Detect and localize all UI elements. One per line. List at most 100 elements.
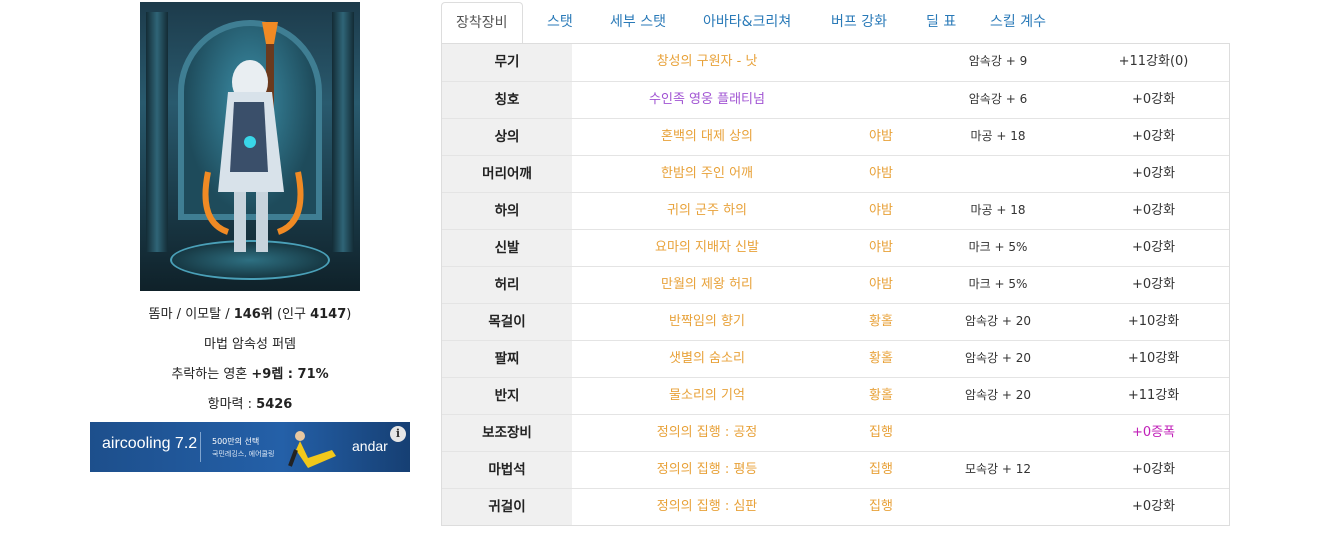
item-stat: 마공 + 18 [970,203,1026,217]
table-row: 팔찌 샛별의 숨소리 황홀 암속강 + 20 +10강화 [442,340,1229,377]
rank-value: 146위 [233,307,273,322]
item-stat: 암속강 + 6 [968,92,1028,106]
enhance-level: +0강화 [1131,166,1176,181]
enhance-level: +0강화 [1131,92,1176,107]
slot-label: 마법석 [442,452,572,488]
item-stat: 암속강 + 20 [964,314,1032,328]
table-row: 반지 물소리의 기억 황홀 암속강 + 20 +11강화 [442,377,1229,414]
enhance-level: +10강화 [1127,351,1180,366]
table-row: 허리 만월의 제왕 허리 야밤 마크 + 5% +0강화 [442,266,1229,303]
enhance-level: +0강화 [1131,462,1176,477]
pillar-left [146,12,168,252]
item-name[interactable]: 수인족 영웅 플래티넘 [572,82,842,118]
enhance-level: +10강화 [1127,314,1180,329]
item-name[interactable]: 혼백의 대제 상의 [572,119,842,155]
item-name[interactable]: 한밤의 주인 어깨 [572,156,842,192]
tab-damage-table[interactable]: 딜 표 [912,2,970,44]
resist-line: 항마력 : 5426 [90,393,410,412]
resist-label: 항마력 : [207,397,257,412]
enhance-level: +0강화 [1131,240,1176,255]
item-name[interactable]: 창성의 구원자 - 낫 [572,44,842,80]
enhance-level: +0증폭 [1131,425,1176,440]
item-stat: 암속강 + 20 [964,388,1032,402]
slot-label: 상의 [442,119,572,155]
slot-label: 귀걸이 [442,489,572,525]
slot-label: 하의 [442,193,572,229]
soul-line: 추락하는 영혼 +9렙 : 71% [90,363,410,382]
character-rank-line: 똠마 / 이모탈 / 146위 (인구 4147) [90,303,410,322]
population-prefix: (인구 [272,307,311,322]
equipment-table: 무기 창성의 구원자 - 낫 암속강 + 9 +11강화(0) 칭호 수인족 영… [441,44,1230,526]
soul-label: 추락하는 영혼 [171,367,252,382]
item-name[interactable]: 물소리의 기억 [572,378,842,414]
slot-label: 목걸이 [442,304,572,340]
set-name: 야밤 [869,166,893,181]
pillar-right [332,12,354,252]
ad-divider [200,432,201,462]
item-stat: 마크 + 5% [968,240,1028,254]
item-name[interactable]: 만월의 제왕 허리 [572,267,842,303]
set-name: 집행 [869,499,893,514]
ad-model-image [288,431,336,468]
item-name[interactable]: 요마의 지배자 신발 [572,230,842,266]
table-row: 무기 창성의 구원자 - 낫 암속강 + 9 +11강화(0) [442,44,1229,81]
slot-label: 머리어깨 [442,156,572,192]
soul-value: +9렙 : 71% [251,367,329,382]
slot-label: 신발 [442,230,572,266]
population-value: 4147 [310,307,347,322]
table-row: 상의 혼백의 대제 상의 야밤 마공 + 18 +0강화 [442,118,1229,155]
item-name[interactable]: 정의의 집행 : 공정 [572,415,842,451]
slot-label: 허리 [442,267,572,303]
item-stat: 암속강 + 20 [964,351,1032,365]
enhance-level: +0강화 [1131,203,1176,218]
table-row: 신발 요마의 지배자 신발 야밤 마크 + 5% +0강화 [442,229,1229,266]
table-row: 하의 귀의 군주 하의 야밤 마공 + 18 +0강화 [442,192,1229,229]
slot-label: 보조장비 [442,415,572,451]
slot-label: 팔찌 [442,341,572,377]
ad-copy-headline: 500만의 선택 [212,437,260,446]
set-name: 야밤 [869,203,893,218]
item-stat: 암속강 + 9 [968,54,1028,68]
item-name[interactable]: 정의의 집행 : 심판 [572,489,842,525]
slot-label: 칭호 [442,82,572,118]
table-row: 귀걸이 정의의 집행 : 심판 집행 +0강화 [442,488,1229,525]
ad-info-icon[interactable]: i [390,426,406,442]
enhance-level: +0강화 [1131,129,1176,144]
tab-detailed-stats[interactable]: 세부 스탯 [596,2,680,44]
set-name: 야밤 [869,129,893,144]
set-name: 야밤 [869,277,893,292]
enhance-level: +0강화 [1131,499,1176,514]
item-name[interactable]: 귀의 군주 하의 [572,193,842,229]
ad-banner[interactable]: aircooling 7.2 500만의 선택 국민레깅스, 에어쿨링 anda… [90,422,410,472]
ad-brand: aircooling 7.2 [102,435,198,452]
resist-value: 5426 [256,397,293,412]
set-name: 집행 [869,462,893,477]
set-name: 집행 [869,425,893,440]
item-name[interactable]: 반짝임의 향기 [572,304,842,340]
tab-buff-enhance[interactable]: 버프 강화 [817,2,901,44]
set-name: 황홀 [869,388,893,403]
tab-skill-coefficient[interactable]: 스킬 계수 [976,2,1060,44]
ad-advertiser: andar [352,438,388,454]
table-row: 칭호 수인족 영웅 플래티넘 암속강 + 6 +0강화 [442,81,1229,118]
enhance-level: +11강화 [1127,388,1180,403]
tab-equipment[interactable]: 장착장비 [441,2,523,44]
enhance-level: +0강화 [1131,277,1176,292]
item-stat: 마공 + 18 [970,129,1026,143]
character-avatar-icon [202,22,304,252]
tab-avatar-creature[interactable]: 아바타&크리쳐 [689,2,805,44]
item-name[interactable]: 정의의 집행 : 평등 [572,452,842,488]
item-name[interactable]: 샛별의 숨소리 [572,341,842,377]
enhance-level: +11강화(0) [1118,54,1189,69]
table-row: 보조장비 정의의 집행 : 공정 집행 +0증폭 [442,414,1229,451]
slot-label: 반지 [442,378,572,414]
job-text: 마법 암속성 퍼뎀 [204,337,296,352]
tab-stats[interactable]: 스탯 [533,2,587,44]
ad-copy-sub: 국민레깅스, 에어쿨링 [212,450,275,458]
table-row: 마법석 정의의 집행 : 평등 집행 모속강 + 12 +0강화 [442,451,1229,488]
set-name: 황홀 [869,314,893,329]
table-row: 목걸이 반짝임의 향기 황홀 암속강 + 20 +10강화 [442,303,1229,340]
item-stat: 모속강 + 12 [964,462,1032,476]
item-stat: 마크 + 5% [968,277,1028,291]
slot-label: 무기 [442,44,572,81]
